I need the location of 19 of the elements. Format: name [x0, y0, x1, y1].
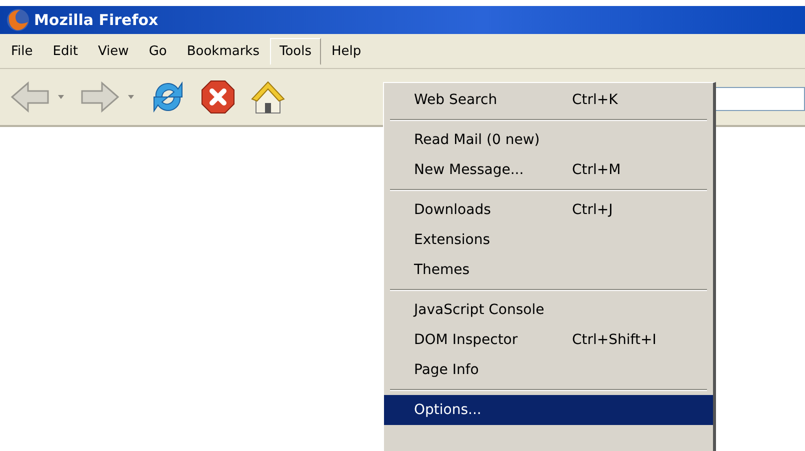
menu-item[interactable]: Edit	[44, 38, 87, 64]
menu-item[interactable]: Bookmarks	[178, 38, 268, 64]
menu-item[interactable]: New Message... Ctrl+M	[384, 155, 713, 185]
menu-item[interactable]: Themes	[384, 255, 713, 285]
menu-item[interactable]: Tools	[270, 38, 321, 64]
menu-item[interactable]: Options...	[384, 395, 713, 425]
address-field[interactable]	[713, 87, 805, 111]
menu-item[interactable]: Page Info	[384, 355, 713, 385]
menu-item[interactable]: JavaScript Console	[384, 295, 713, 325]
menu-item[interactable]: View	[88, 38, 138, 64]
window-title: Mozilla Firefox	[34, 11, 158, 29]
menu-item[interactable]: Read Mail (0 new)	[384, 125, 713, 155]
menu-item[interactable]: DOM Inspector Ctrl+Shift+I	[384, 325, 713, 355]
globe-icon	[6, 8, 30, 32]
menu-item[interactable]: Extensions	[384, 225, 713, 255]
menu-item[interactable]: Help	[322, 38, 370, 64]
menu-item[interactable]: Downloads Ctrl+J	[384, 195, 713, 225]
menu-item[interactable]: File	[2, 38, 42, 64]
menu-item[interactable]: Go	[140, 38, 176, 64]
